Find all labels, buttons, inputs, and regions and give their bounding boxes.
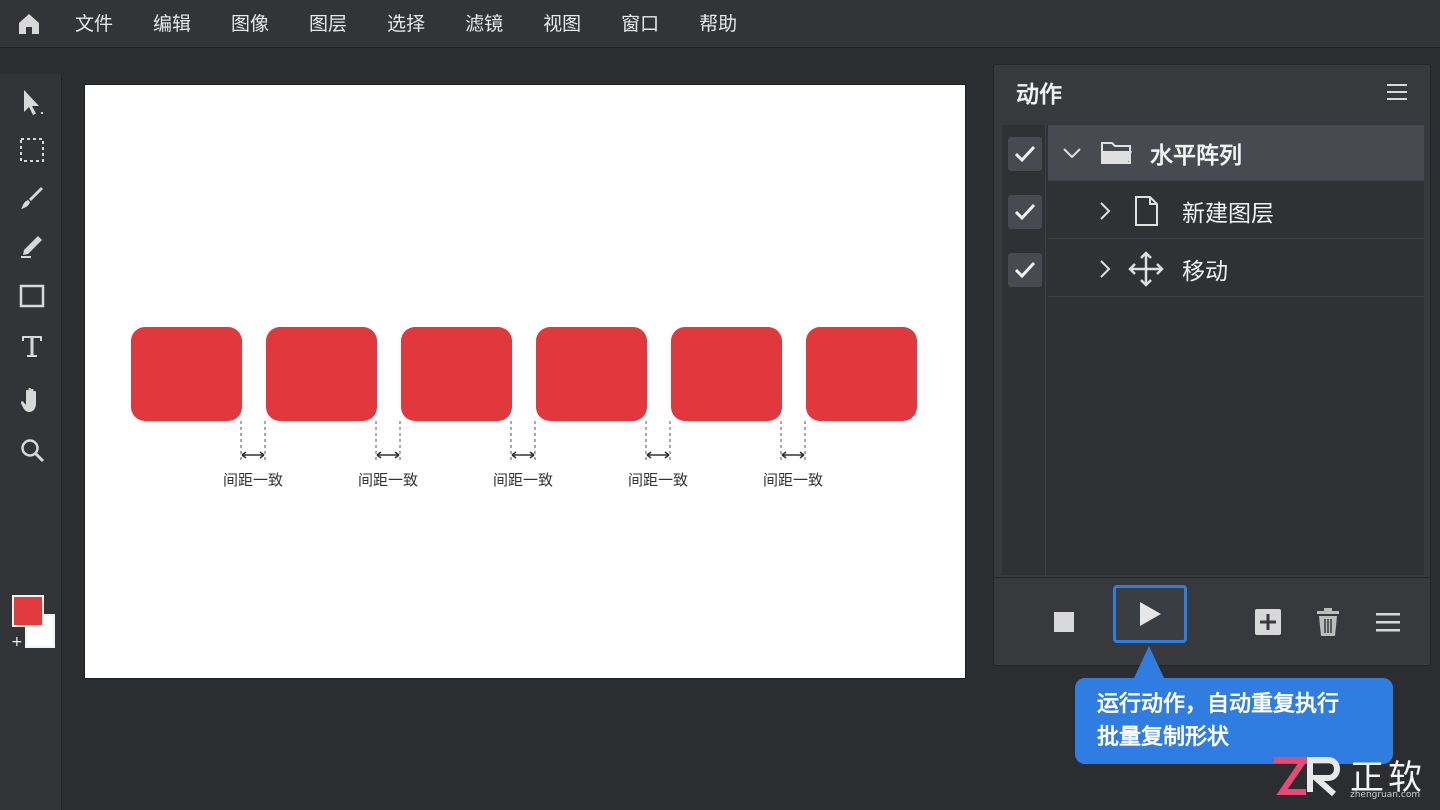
- chevron-down-icon[interactable]: [1062, 146, 1082, 160]
- menu-window[interactable]: 窗口: [604, 0, 676, 48]
- footer-menu-button[interactable]: [1366, 600, 1410, 644]
- document-icon: [1135, 195, 1158, 226]
- trash-icon: [1317, 608, 1339, 636]
- checkmark-icon: [1014, 261, 1036, 279]
- menu-filter[interactable]: 滤镜: [448, 0, 520, 48]
- tooltip-line-1: 运行动作，自动重复执行: [1097, 692, 1340, 717]
- pencil-tool[interactable]: [16, 230, 48, 262]
- zoom-tool[interactable]: [16, 434, 48, 466]
- brush-tool[interactable]: [16, 182, 48, 214]
- home-button[interactable]: [0, 0, 58, 48]
- actions-panel: 动作 水平阵列 新建图层 移动: [993, 64, 1431, 666]
- gap-label-4: 间距一致: [627, 471, 688, 489]
- red-rounded-rect-5[interactable]: [671, 327, 782, 421]
- new-action-button[interactable]: [1246, 600, 1290, 644]
- gap-label-1: 间距一致: [222, 471, 283, 489]
- marquee-tool[interactable]: [16, 134, 48, 166]
- zoom-icon: [21, 439, 45, 463]
- checkmark-icon: [1014, 203, 1036, 221]
- gap-marker-2: [375, 421, 401, 461]
- hand-tool[interactable]: [16, 384, 48, 416]
- gap-label-5: 间距一致: [762, 471, 823, 489]
- play-icon: [1140, 602, 1161, 626]
- menu-help[interactable]: 帮助: [682, 0, 754, 48]
- play-button[interactable]: [1113, 585, 1187, 643]
- menubar: 文件 编辑 图像 图层 选择 滤镜 视图 窗口 帮助: [0, 0, 1440, 48]
- tooltip-pointer: [1133, 646, 1165, 680]
- menu-select[interactable]: 选择: [370, 0, 442, 48]
- red-rounded-rect-6[interactable]: [806, 327, 917, 421]
- delete-action-button[interactable]: [1306, 600, 1350, 644]
- menu-image[interactable]: 图像: [214, 0, 286, 48]
- action-toggle-checkbox[interactable]: [1008, 195, 1042, 229]
- action-row-content[interactable]: 新建图层: [1048, 183, 1424, 239]
- red-rounded-rect-1[interactable]: [131, 327, 242, 421]
- action-row-new-layer[interactable]: 新建图层: [1002, 183, 1424, 241]
- text-tool[interactable]: [16, 330, 48, 362]
- action-row-horizontal-array[interactable]: 水平阵列: [1002, 125, 1424, 183]
- gap-marker-5: [780, 421, 806, 461]
- action-row-label: 移动: [1182, 258, 1228, 285]
- menu-layer[interactable]: 图层: [292, 0, 364, 48]
- watermark-subtext: zhengruan.com: [1350, 790, 1421, 800]
- red-rounded-rect-3[interactable]: [401, 327, 512, 421]
- hand-icon: [20, 387, 36, 412]
- stop-icon: [1054, 612, 1074, 632]
- panel-menu-icon[interactable]: [1386, 82, 1408, 102]
- actions-panel-footer: [994, 577, 1430, 667]
- brush-icon: [21, 187, 43, 209]
- red-rounded-rect-4[interactable]: [536, 327, 647, 421]
- document-canvas[interactable]: 间距一致 间距一致 间距一致 间距一致 间距一致: [85, 85, 965, 678]
- menu-file[interactable]: 文件: [58, 0, 130, 48]
- menu-items: 文件 编辑 图像 图层 选择 滤镜 视图 窗口 帮助: [58, 0, 760, 48]
- selection-tool[interactable]: [16, 86, 48, 118]
- zr-logo-icon: [1274, 757, 1340, 797]
- swap-colors-icon[interactable]: +: [11, 634, 23, 650]
- rectangle-icon: [19, 284, 45, 308]
- chevron-right-icon[interactable]: [1098, 201, 1112, 221]
- menu-view[interactable]: 视图: [526, 0, 598, 48]
- text-icon: [22, 336, 42, 357]
- move-icon: [1128, 250, 1164, 287]
- foreground-color-swatch[interactable]: [12, 595, 44, 627]
- action-row-label: 水平阵列: [1150, 142, 1242, 169]
- toolbar: +: [0, 74, 62, 810]
- gap-marker-3: [510, 421, 536, 461]
- gap-label-3: 间距一致: [492, 471, 553, 489]
- action-row-content[interactable]: 移动: [1048, 241, 1424, 297]
- selection-arrow-icon: [24, 90, 43, 115]
- menu-edit[interactable]: 编辑: [136, 0, 208, 48]
- action-toggle-checkbox[interactable]: [1008, 253, 1042, 287]
- add-icon: [1255, 609, 1281, 635]
- chevron-right-icon[interactable]: [1098, 259, 1112, 279]
- gap-label-2: 间距一致: [357, 471, 418, 489]
- red-rounded-rect-2[interactable]: [266, 327, 377, 421]
- action-row-content[interactable]: 水平阵列: [1048, 125, 1424, 181]
- marquee-icon: [20, 138, 44, 162]
- rectangle-tool[interactable]: [16, 280, 48, 312]
- gap-marker-1: [240, 421, 266, 461]
- gap-marker-4: [645, 421, 671, 461]
- stop-button[interactable]: [1042, 600, 1086, 644]
- action-row-label: 新建图层: [1182, 200, 1274, 227]
- actions-panel-header: 动作: [994, 65, 1430, 119]
- action-row-move[interactable]: 移动: [1002, 241, 1424, 299]
- watermark-logo: 正软 zhengruan.com: [1270, 748, 1435, 806]
- actions-panel-title: 动作: [1016, 82, 1062, 108]
- checkmark-icon: [1014, 145, 1036, 163]
- action-toggle-checkbox[interactable]: [1008, 137, 1042, 171]
- home-icon: [19, 13, 39, 34]
- folder-icon: [1101, 141, 1132, 164]
- actions-list: 水平阵列 新建图层 移动: [1002, 125, 1424, 575]
- list-menu-icon: [1376, 613, 1400, 632]
- pencil-icon: [21, 236, 42, 258]
